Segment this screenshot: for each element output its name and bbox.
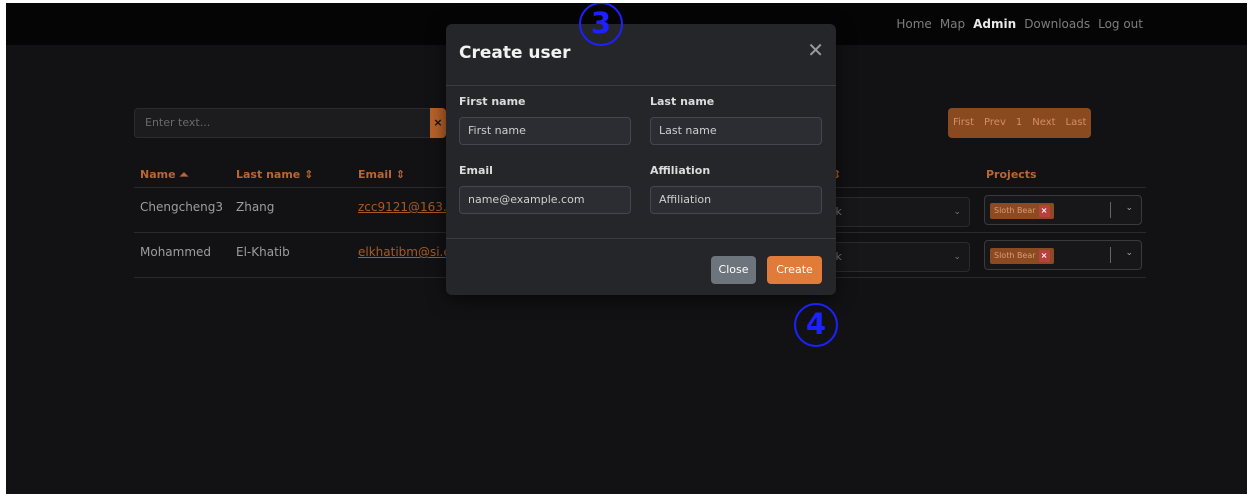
cell-last-name: Zhang <box>236 200 275 214</box>
remove-tag-icon[interactable]: × <box>1038 205 1050 217</box>
chevron-down-icon: ⌄ <box>953 207 961 217</box>
column-header-name[interactable]: Name ⏶ <box>140 168 188 182</box>
last-name-label: Last name <box>650 95 715 108</box>
close-icon[interactable]: ✕ <box>807 38 824 62</box>
modal-title: Create user <box>459 43 571 63</box>
cell-last-name: El-Khatib <box>236 245 290 259</box>
cell-first-name: Chengcheng3 <box>140 200 224 214</box>
project-multiselect[interactable]: Sloth Bear × ⌄ <box>984 240 1142 270</box>
role-select[interactable]: rk ⌄ <box>822 242 970 272</box>
app-screen: Home Map Admin Downloads Log out Enter t… <box>6 3 1247 494</box>
project-tag-label: Sloth Bear <box>994 206 1036 215</box>
modal-footer-divider <box>446 238 836 239</box>
create-button[interactable]: Create <box>767 256 822 284</box>
create-user-modal: Create user ✕ First name Last name First… <box>446 24 836 295</box>
nav-logout[interactable]: Log out <box>1098 17 1143 31</box>
affiliation-label: Affiliation <box>650 164 711 177</box>
role-select[interactable]: rk ⌄ <box>822 197 970 227</box>
column-header-last-name[interactable]: Last name ⇕ <box>236 168 313 181</box>
project-tag-label: Sloth Bear <box>994 251 1036 260</box>
project-tag: Sloth Bear × <box>990 248 1054 264</box>
nav-links: Home Map Admin Downloads Log out <box>896 17 1143 31</box>
pagination: First Prev 1 Next Last <box>948 108 1092 138</box>
affiliation-input[interactable]: Affiliation <box>650 186 822 214</box>
nav-map[interactable]: Map <box>940 17 965 31</box>
chevron-down-icon[interactable]: ⌄ <box>1125 203 1133 213</box>
last-name-input[interactable]: Last name <box>650 117 822 145</box>
email-input[interactable]: name@example.com <box>459 186 631 214</box>
select-separator <box>1110 247 1111 263</box>
cell-first-name: Mohammed <box>140 245 212 259</box>
pagination-prev[interactable]: Prev <box>979 108 1011 138</box>
nav-downloads[interactable]: Downloads <box>1024 17 1090 31</box>
cell-email-link[interactable]: zcc9121@163.c <box>358 200 453 214</box>
pagination-last[interactable]: Last <box>1061 108 1092 138</box>
step-4-marker: 4 <box>794 303 838 347</box>
nav-admin[interactable]: Admin <box>973 17 1016 31</box>
first-name-label: First name <box>459 95 526 108</box>
pagination-first[interactable]: First <box>948 108 979 138</box>
column-header-email[interactable]: Email ⇕ <box>358 168 405 181</box>
step-3-marker: 3 <box>579 3 623 46</box>
chevron-down-icon: ⌄ <box>953 252 961 262</box>
select-separator <box>1110 202 1111 218</box>
nav-home[interactable]: Home <box>896 17 931 31</box>
cell-email-link[interactable]: elkhatibm@si.e <box>358 245 451 259</box>
remove-tag-icon[interactable]: × <box>1038 250 1050 262</box>
close-button[interactable]: Close <box>711 256 756 284</box>
email-label: Email <box>459 164 493 177</box>
pagination-page-1[interactable]: 1 <box>1011 108 1027 138</box>
clear-search-button[interactable]: × <box>430 108 446 138</box>
pagination-next[interactable]: Next <box>1027 108 1060 138</box>
project-multiselect[interactable]: Sloth Bear × ⌄ <box>984 195 1142 225</box>
first-name-input[interactable]: First name <box>459 117 631 145</box>
search-input[interactable]: Enter text... <box>134 108 434 138</box>
modal-header: Create user ✕ <box>446 24 836 86</box>
column-header-projects: Projects <box>986 168 1037 181</box>
project-tag: Sloth Bear × <box>990 203 1054 219</box>
chevron-down-icon[interactable]: ⌄ <box>1125 248 1133 258</box>
